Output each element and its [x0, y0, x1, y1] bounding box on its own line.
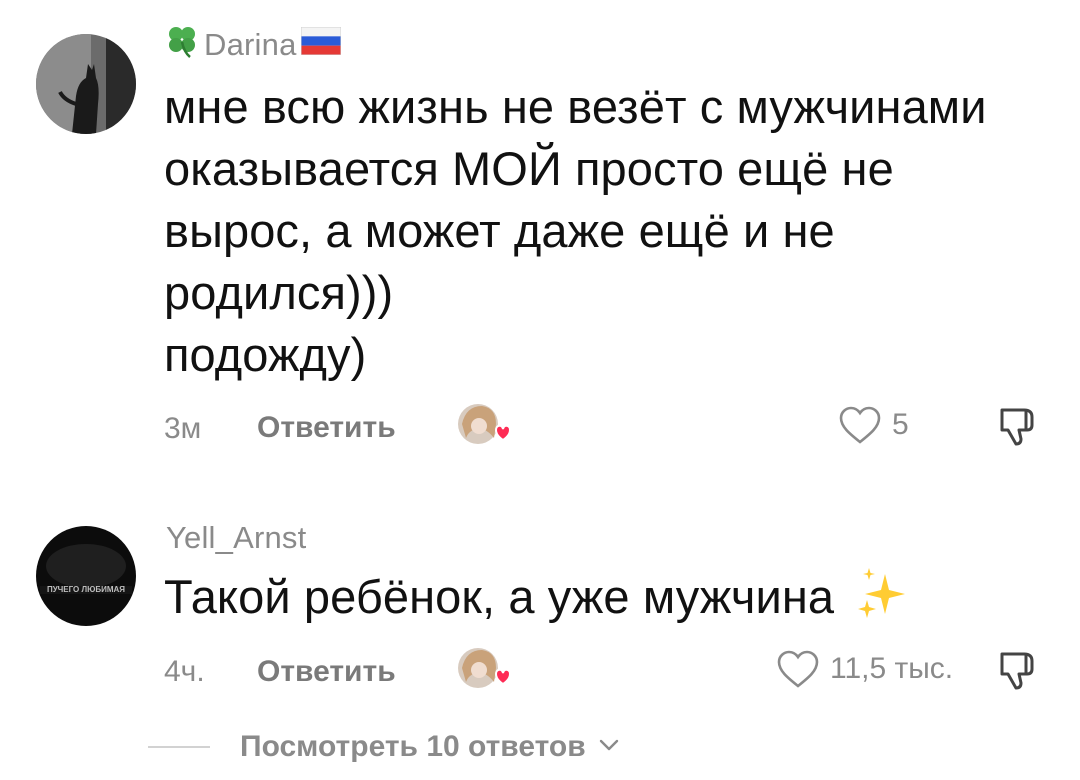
sparkles-icon	[855, 566, 909, 635]
four-leaf-clover-icon	[166, 24, 198, 66]
comment-time: 4ч.	[164, 655, 205, 688]
heart-outline-icon	[839, 406, 881, 444]
avatar[interactable]	[36, 34, 136, 134]
comment-text: мне всю жизнь не везёт с мужчинами оказы…	[164, 80, 987, 381]
comments-panel: Darina мне всю жизнь не везёт с мужчинам…	[0, 0, 1080, 780]
dislike-icon[interactable]	[996, 648, 1042, 694]
avatar[interactable]: ПУЧЕГО ЛЮБИМАЯ	[36, 526, 136, 626]
like-count: 5	[892, 408, 909, 441]
comment-item: ПУЧЕГО ЛЮБИМАЯ Yell_Arnst Такой ребёнок,…	[0, 500, 1080, 710]
comment-item: Darina мне всю жизнь не везёт с мужчинам…	[0, 0, 1080, 470]
view-replies-label: Посмотреть 10 ответов	[240, 730, 586, 763]
divider-line	[148, 746, 210, 748]
liked-by-creator-badge	[456, 402, 512, 448]
reply-button[interactable]: Ответить	[257, 655, 396, 689]
dislike-icon[interactable]	[996, 404, 1042, 450]
comment-text-content: Такой ребёнок, а уже мужчина	[164, 570, 835, 623]
liked-by-creator-badge	[456, 646, 512, 692]
chevron-down-icon	[598, 738, 620, 757]
heart-outline-icon	[777, 650, 819, 688]
comment-time: 3м	[164, 412, 202, 445]
like-count: 11,5 тыс.	[830, 652, 954, 685]
view-replies-button[interactable]: Посмотреть 10 ответов	[148, 730, 620, 764]
comment-username[interactable]: Yell_Arnst	[166, 520, 306, 556]
reply-button[interactable]: Ответить	[257, 411, 396, 445]
russia-flag-icon	[300, 26, 342, 63]
username-text: Yell_Arnst	[166, 520, 307, 555]
like-button[interactable]: 5	[838, 405, 909, 445]
username-text: Darina	[204, 27, 297, 62]
comment-username[interactable]: Darina	[166, 24, 342, 66]
svg-text:ПУЧЕГО ЛЮБИМАЯ: ПУЧЕГО ЛЮБИМАЯ	[47, 585, 125, 594]
comment-text: Такой ребёнок, а уже мужчина	[164, 566, 1064, 635]
like-button[interactable]: 11,5 тыс.	[776, 649, 953, 689]
